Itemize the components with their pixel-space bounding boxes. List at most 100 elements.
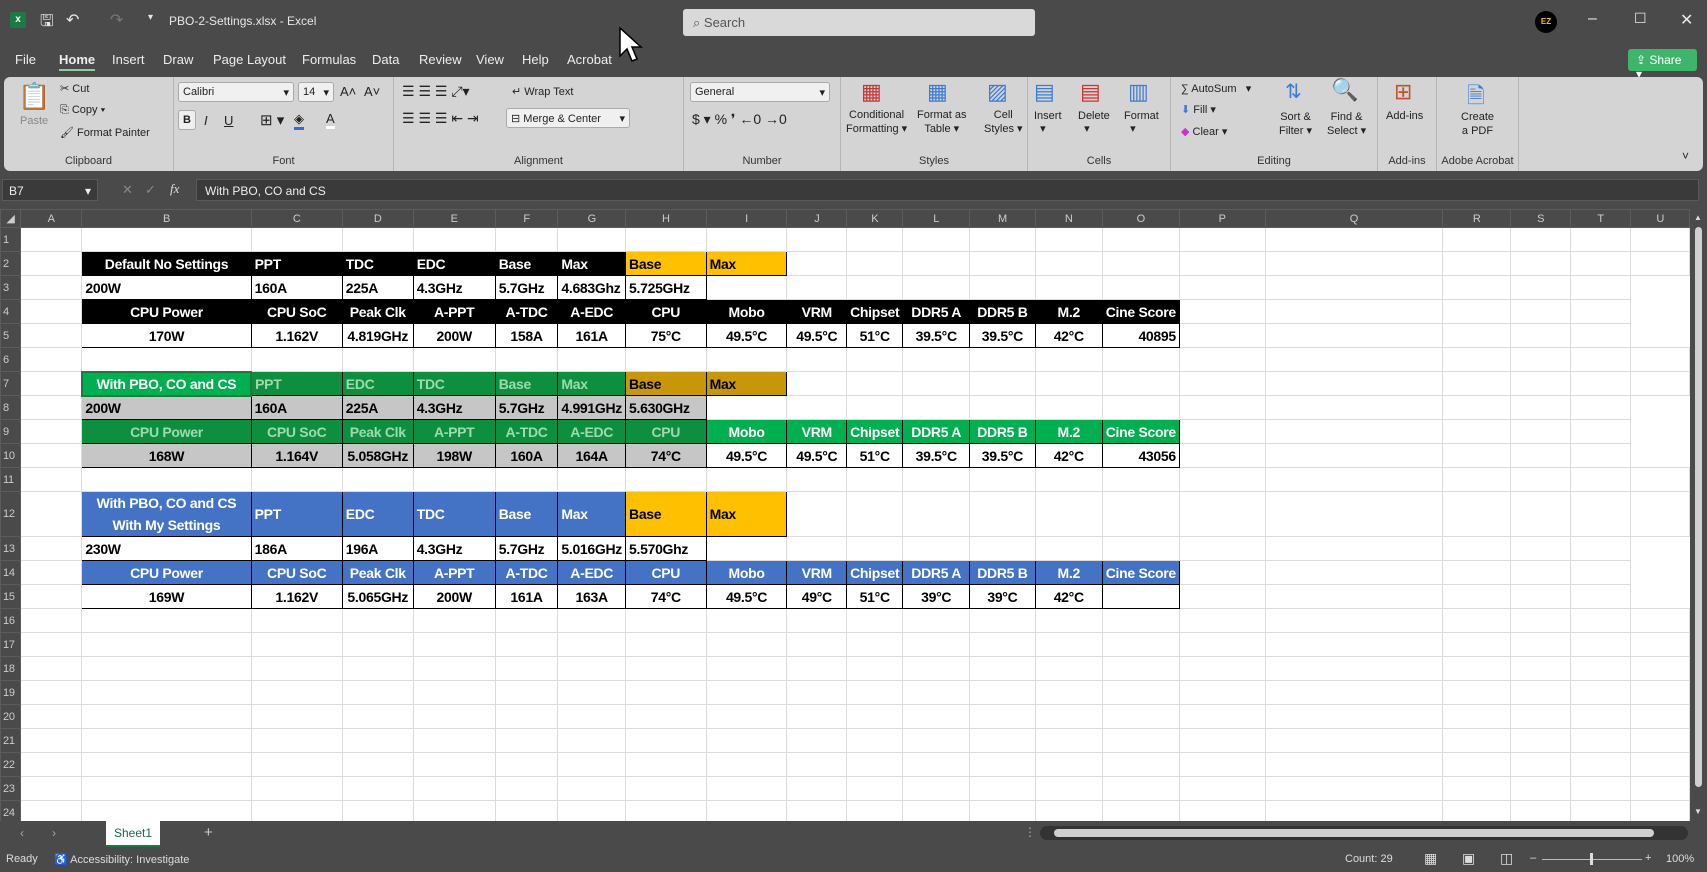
copy-button[interactable]: ⎘ Copy ▾	[60, 104, 105, 117]
cell-U17[interactable]	[1630, 632, 1690, 657]
cell-Q8[interactable]	[1178, 395, 1266, 420]
cell-I20[interactable]	[705, 704, 788, 729]
cell-S3[interactable]	[1442, 275, 1512, 300]
cell-J15[interactable]: 49.5°C	[705, 584, 788, 609]
row-header-14[interactable]: 14	[0, 560, 21, 585]
conditional-formatting-icon[interactable]: ▦	[861, 79, 882, 105]
cell-Q21[interactable]	[1264, 728, 1444, 753]
paste-icon[interactable]: 📋	[18, 81, 50, 112]
cell-J12[interactable]	[786, 491, 848, 537]
cell-U11[interactable]	[1630, 467, 1690, 492]
cell-M11[interactable]	[969, 467, 1036, 492]
cell-G7[interactable]: Max	[557, 371, 627, 396]
row-header-1[interactable]: 1	[0, 227, 21, 252]
cell-D1[interactable]	[341, 227, 414, 252]
horizontal-align-icons[interactable]: ☰ ☰ ☰ ⇤ ⇥	[402, 110, 479, 127]
cell-S22[interactable]	[1510, 752, 1571, 777]
cell-O12[interactable]	[1101, 491, 1180, 537]
cell-L23[interactable]	[902, 776, 971, 801]
next-sheet-icon[interactable]: ›	[52, 826, 56, 840]
cell-P5[interactable]: 40895	[1101, 323, 1180, 348]
cell-S7[interactable]	[1510, 371, 1571, 396]
cell-F19[interactable]	[494, 680, 559, 705]
enter-icon[interactable]: ✓	[145, 182, 156, 198]
cell-P22[interactable]	[1178, 752, 1266, 777]
cell-E19[interactable]	[412, 680, 496, 705]
cell-C1[interactable]	[250, 227, 343, 252]
cell-M20[interactable]	[969, 704, 1036, 729]
cell-K1[interactable]	[846, 227, 904, 252]
cell-T14[interactable]	[1510, 560, 1571, 585]
cell-B18[interactable]	[81, 656, 252, 681]
cell-R7[interactable]	[1442, 371, 1512, 396]
cell-E2[interactable]: EDC	[412, 251, 496, 276]
cell-J14[interactable]: Mobo	[705, 560, 788, 585]
cell-C4[interactable]: CPU Power	[81, 299, 252, 324]
cell-Q13[interactable]	[1178, 536, 1266, 561]
cell-K23[interactable]	[846, 776, 904, 801]
cell-J23[interactable]	[786, 776, 848, 801]
page-layout-view-icon[interactable]: ▣	[1462, 850, 1475, 867]
cell-C12[interactable]: PPT	[250, 491, 343, 537]
insert-cells-button[interactable]: Insert ▾	[1034, 110, 1062, 135]
cell-L15[interactable]: 51°C	[846, 584, 904, 609]
cell-N15[interactable]: 39°C	[969, 584, 1036, 609]
cell-A23[interactable]	[19, 776, 83, 801]
cell-E23[interactable]	[412, 776, 496, 801]
tab-help[interactable]: Help	[522, 52, 549, 67]
cell-C10[interactable]: 168W	[81, 443, 252, 468]
maximize-icon[interactable]: ☐	[1634, 10, 1647, 27]
cell-M23[interactable]	[969, 776, 1036, 801]
cell-M5[interactable]: 39.5°C	[902, 323, 971, 348]
cell-D15[interactable]: 1.162V	[250, 584, 343, 609]
cell-K21[interactable]	[846, 728, 904, 753]
cell-D2[interactable]: TDC	[341, 251, 414, 276]
cell-C19[interactable]	[250, 680, 343, 705]
cell-M15[interactable]: 39°C	[902, 584, 971, 609]
find-select-button[interactable]: Find & Select ▾	[1327, 110, 1366, 138]
cell-F21[interactable]	[494, 728, 559, 753]
column-header-K[interactable]: K	[846, 209, 904, 228]
delete-cells-icon[interactable]: ▤	[1080, 79, 1101, 105]
cell-J3[interactable]	[705, 275, 788, 300]
cell-S6[interactable]	[1510, 347, 1571, 372]
cell-E22[interactable]	[412, 752, 496, 777]
cell-M24[interactable]	[969, 800, 1036, 821]
fill-button[interactable]: ⬇ Fill ▾	[1181, 103, 1216, 116]
sort-filter-button[interactable]: Sort & Filter ▾	[1279, 110, 1312, 138]
cell-J11[interactable]	[786, 467, 848, 492]
cell-O20[interactable]	[1101, 704, 1180, 729]
cell-A1[interactable]	[19, 227, 83, 252]
row-header-18[interactable]: 18	[0, 656, 21, 681]
cut-button[interactable]: ✂ Cut	[60, 82, 89, 95]
cell-F11[interactable]	[494, 467, 559, 492]
increase-font-icon[interactable]: A˄	[340, 84, 356, 99]
column-header-A[interactable]: A	[19, 209, 83, 228]
cell-I7[interactable]: Max	[705, 371, 788, 396]
cell-N7[interactable]	[1034, 371, 1103, 396]
cell-I8[interactable]: 5.630GHz	[625, 395, 707, 420]
cell-K19[interactable]	[846, 680, 904, 705]
cell-I18[interactable]	[705, 656, 788, 681]
cell-R3[interactable]	[1264, 275, 1444, 300]
cell-C14[interactable]: CPU Power	[81, 560, 252, 585]
cell-I14[interactable]: CPU	[625, 560, 707, 585]
add-ins-button[interactable]: Add-ins	[1386, 110, 1423, 122]
cell-C2[interactable]: PPT	[250, 251, 343, 276]
cell-E12[interactable]: TDC	[412, 491, 496, 537]
cell-N23[interactable]	[1034, 776, 1103, 801]
column-header-C[interactable]: C	[250, 209, 343, 228]
cell-D18[interactable]	[341, 656, 414, 681]
tab-acrobat[interactable]: Acrobat	[567, 52, 612, 67]
tab-draw[interactable]: Draw	[163, 52, 193, 67]
cell-J7[interactable]	[786, 371, 848, 396]
cell-J8[interactable]	[705, 395, 788, 420]
cell-D21[interactable]	[341, 728, 414, 753]
cell-K15[interactable]: 49°C	[786, 584, 848, 609]
row-header-11[interactable]: 11	[0, 467, 21, 492]
cell-H12[interactable]: Base	[625, 491, 707, 537]
search-box[interactable]: ⌕ Search	[683, 9, 1035, 36]
cell-T12[interactable]	[1569, 491, 1632, 537]
cell-L12[interactable]	[902, 491, 971, 537]
cell-D23[interactable]	[341, 776, 414, 801]
